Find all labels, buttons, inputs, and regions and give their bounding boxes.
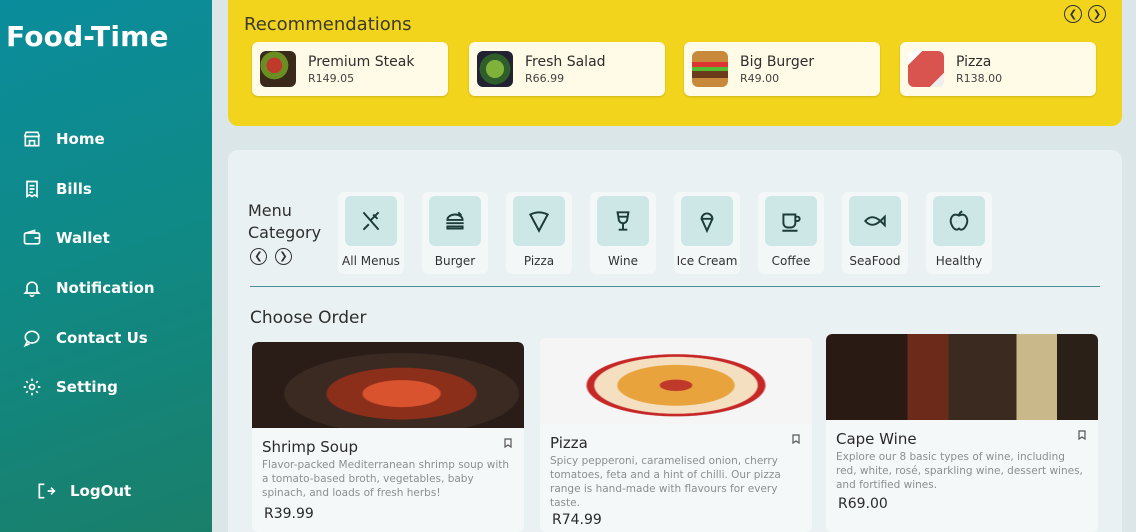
sidebar-item-label: Home bbox=[56, 130, 105, 148]
bookmark-icon[interactable] bbox=[792, 434, 800, 444]
sidebar-item-setting[interactable]: Setting bbox=[22, 377, 118, 397]
recommendation-card[interactable]: Pizza R138.00 bbox=[900, 42, 1096, 96]
sidebar-item-label: Setting bbox=[56, 378, 118, 396]
recommendation-name: Big Burger bbox=[740, 53, 815, 70]
category-seafood[interactable]: SeaFood bbox=[842, 192, 908, 274]
recommendations-title: Recommendations bbox=[244, 14, 412, 35]
burger-icon bbox=[446, 211, 464, 230]
choose-order-title: Choose Order bbox=[250, 308, 367, 328]
shrimp-soup-image bbox=[252, 342, 524, 428]
order-description: Spicy pepperoni, caramelised onion, cher… bbox=[550, 455, 781, 509]
category-all-menus[interactable]: All Menus bbox=[338, 192, 404, 274]
pizza-thumbnail bbox=[908, 51, 944, 87]
order-price: R74.99 bbox=[552, 512, 602, 528]
recommendations-nav: ❮ ❯ bbox=[1064, 5, 1106, 23]
category-pizza[interactable]: Pizza bbox=[506, 192, 572, 274]
pizza-image bbox=[540, 338, 812, 424]
category-healthy[interactable]: Healthy bbox=[926, 192, 992, 274]
menu-panel: Menu Category ❮ ❯ All Menus Burger Pizza… bbox=[228, 150, 1122, 532]
category-burger[interactable]: Burger bbox=[422, 192, 488, 274]
order-card[interactable]: Shrimp Soup Flavor-packed Mediterranean … bbox=[252, 342, 524, 532]
recommendation-card[interactable]: Premium Steak R149.05 bbox=[252, 42, 448, 96]
sidebar-item-label: Contact Us bbox=[56, 329, 148, 347]
category-prev-button[interactable]: ❮ bbox=[250, 248, 267, 265]
bell-icon bbox=[23, 281, 41, 298]
store-icon bbox=[23, 131, 41, 147]
order-description: Explore our 8 basic types of wine, inclu… bbox=[836, 451, 1083, 491]
category-next-button[interactable]: ❯ bbox=[275, 248, 292, 265]
next-arrow-button[interactable]: ❯ bbox=[1088, 5, 1106, 23]
order-name: Pizza bbox=[550, 434, 588, 452]
order-card[interactable]: Cape Wine Explore our 8 basic types of w… bbox=[826, 334, 1098, 532]
divider bbox=[250, 286, 1100, 287]
order-description: Flavor-packed Mediterranean shrimp soup … bbox=[262, 459, 510, 499]
burger-thumbnail bbox=[692, 51, 728, 87]
steak-thumbnail bbox=[260, 51, 296, 87]
category-label: SeaFood bbox=[849, 254, 901, 268]
recommendation-name: Fresh Salad bbox=[525, 53, 606, 70]
menu-label-line2: Category bbox=[248, 223, 322, 242]
apple-icon bbox=[949, 210, 969, 231]
recommendations-panel: Recommendations ❮ ❯ Premium Steak R149.0… bbox=[228, 0, 1122, 126]
category-label: Ice Cream bbox=[676, 254, 738, 268]
pizza-icon bbox=[529, 211, 549, 233]
recommendation-name: Premium Steak bbox=[308, 53, 415, 70]
menu-category-label: Menu Category bbox=[248, 200, 321, 244]
brand-logo: Food-Time bbox=[6, 20, 169, 53]
order-price: R39.99 bbox=[264, 506, 314, 522]
recommendation-name: Pizza bbox=[956, 53, 992, 70]
category-label: Pizza bbox=[523, 254, 555, 268]
bookmark-icon[interactable] bbox=[504, 438, 512, 448]
sidebar: Food-Time Home Bills Wallet Notification… bbox=[0, 0, 212, 532]
order-price: R69.00 bbox=[838, 496, 888, 512]
order-name: Cape Wine bbox=[836, 430, 917, 448]
wallet-icon bbox=[23, 229, 41, 245]
sidebar-item-label: Notification bbox=[56, 279, 155, 297]
recommendation-card[interactable]: Big Burger R49.00 bbox=[684, 42, 880, 96]
recommendation-card[interactable]: Fresh Salad R66.99 bbox=[469, 42, 665, 96]
chat-icon bbox=[23, 330, 40, 348]
sidebar-item-label: Wallet bbox=[56, 229, 110, 247]
ice-cream-icon bbox=[700, 212, 714, 234]
fish-icon bbox=[863, 214, 886, 228]
utensils-icon bbox=[362, 211, 380, 231]
sidebar-item-contact-us[interactable]: Contact Us bbox=[22, 328, 148, 348]
wine-glass-icon bbox=[616, 211, 630, 231]
category-ice-cream[interactable]: Ice Cream bbox=[674, 192, 740, 274]
main-content: Recommendations ❮ ❯ Premium Steak R149.0… bbox=[212, 0, 1136, 532]
recommendation-price: R138.00 bbox=[956, 71, 1003, 85]
category-wine[interactable]: Wine bbox=[590, 192, 656, 274]
coffee-cup-icon bbox=[782, 213, 801, 232]
category-label: Coffee bbox=[771, 254, 811, 268]
menu-label-line1: Menu bbox=[248, 201, 292, 220]
recommendation-price: R66.99 bbox=[525, 71, 565, 85]
gear-icon bbox=[23, 378, 41, 396]
sidebar-item-notification[interactable]: Notification bbox=[22, 278, 155, 298]
category-label: Wine bbox=[608, 254, 638, 268]
recommendation-price: R49.00 bbox=[740, 71, 780, 85]
prev-arrow-button[interactable]: ❮ bbox=[1064, 5, 1082, 23]
category-label: Burger bbox=[434, 254, 476, 268]
logout-icon bbox=[38, 483, 56, 499]
category-label: All Menus bbox=[342, 254, 400, 268]
cape-wine-image bbox=[826, 334, 1098, 420]
category-nav: ❮ ❯ bbox=[250, 248, 292, 265]
sidebar-item-label: Bills bbox=[56, 180, 92, 198]
salad-thumbnail bbox=[477, 51, 513, 87]
bookmark-icon[interactable] bbox=[1078, 430, 1086, 440]
category-coffee[interactable]: Coffee bbox=[758, 192, 824, 274]
order-name: Shrimp Soup bbox=[262, 438, 358, 456]
receipt-icon bbox=[26, 180, 38, 199]
sidebar-item-bills[interactable]: Bills bbox=[22, 179, 92, 199]
recommendation-price: R149.05 bbox=[308, 71, 355, 85]
logout-button[interactable]: LogOut bbox=[36, 481, 131, 501]
category-label: Healthy bbox=[935, 254, 983, 268]
order-card[interactable]: Pizza Spicy pepperoni, caramelised onion… bbox=[540, 338, 812, 532]
sidebar-item-home[interactable]: Home bbox=[22, 129, 105, 149]
logout-label: LogOut bbox=[70, 482, 132, 500]
sidebar-item-wallet[interactable]: Wallet bbox=[22, 228, 110, 248]
